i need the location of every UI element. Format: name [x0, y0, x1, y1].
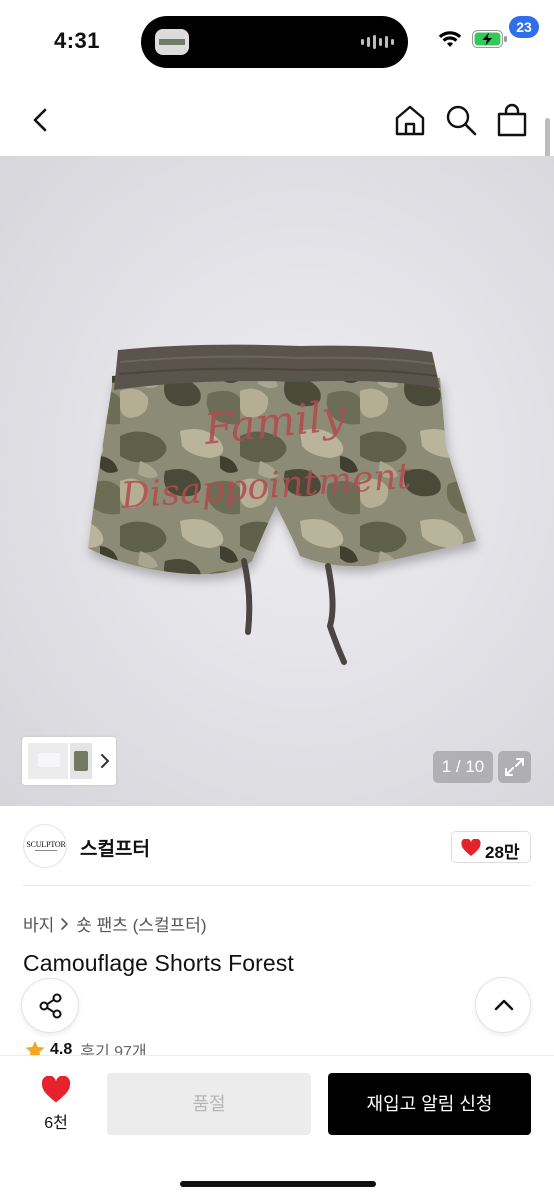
product-photo: Family Disappointment	[88, 344, 476, 665]
wishlist-heart-icon[interactable]	[41, 1076, 71, 1104]
heart-icon	[461, 839, 481, 856]
chevron-up-icon	[494, 999, 514, 1011]
wifi-icon	[438, 31, 462, 47]
brand-logo-text: SCULPTOR	[26, 840, 66, 849]
product-title: Camouflage Shorts Forest	[23, 950, 294, 976]
battery-charging-icon	[472, 30, 507, 48]
sold-out-button: 품절	[107, 1073, 311, 1135]
breadcrumb: 바지 숏 팬츠 (스컬프터)	[23, 911, 207, 936]
scroll-to-top-button[interactable]	[475, 977, 531, 1033]
back-button[interactable]	[24, 104, 56, 136]
home-indicator	[180, 1181, 376, 1187]
brand-logo[interactable]: SCULPTOR	[23, 824, 67, 868]
audio-waveform-icon	[361, 35, 394, 49]
brand-name[interactable]: 스컬프터	[80, 834, 150, 861]
chevron-right-icon[interactable]	[98, 751, 112, 771]
restock-alert-button[interactable]: 재입고 알림 신청	[328, 1073, 531, 1135]
home-button[interactable]	[392, 102, 428, 138]
cart-count-badge: 23	[509, 16, 539, 38]
expand-image-button[interactable]	[498, 751, 531, 783]
search-button[interactable]	[443, 102, 479, 138]
status-bar: 4:31	[0, 0, 554, 84]
section-divider	[23, 885, 531, 886]
top-nav-bar	[0, 84, 554, 156]
now-playing-artwork	[155, 29, 189, 55]
chevron-right-icon	[61, 917, 69, 930]
status-icons	[438, 30, 508, 48]
breadcrumb-category[interactable]: 바지	[23, 911, 54, 936]
product-image-gallery[interactable]: Family Disappointment	[0, 156, 554, 806]
status-time: 4:31	[54, 28, 101, 53]
expand-icon	[505, 758, 524, 776]
thumbnail-strip[interactable]	[22, 737, 116, 785]
cart-button[interactable]	[494, 102, 530, 138]
breadcrumb-subcategory[interactable]: 숏 팬츠 (스컬프터)	[76, 911, 206, 936]
image-page-counter: 1 / 10	[433, 751, 493, 783]
thumbnail-image[interactable]	[70, 743, 92, 779]
wishlist-count: 6천	[44, 1115, 68, 1132]
brand-like-count: 28만	[485, 843, 520, 862]
share-button[interactable]	[21, 978, 79, 1033]
thumbnail-image[interactable]	[28, 743, 68, 779]
brand-like-button[interactable]: 28만	[451, 831, 531, 863]
dynamic-island	[141, 16, 408, 68]
share-icon	[39, 993, 62, 1019]
